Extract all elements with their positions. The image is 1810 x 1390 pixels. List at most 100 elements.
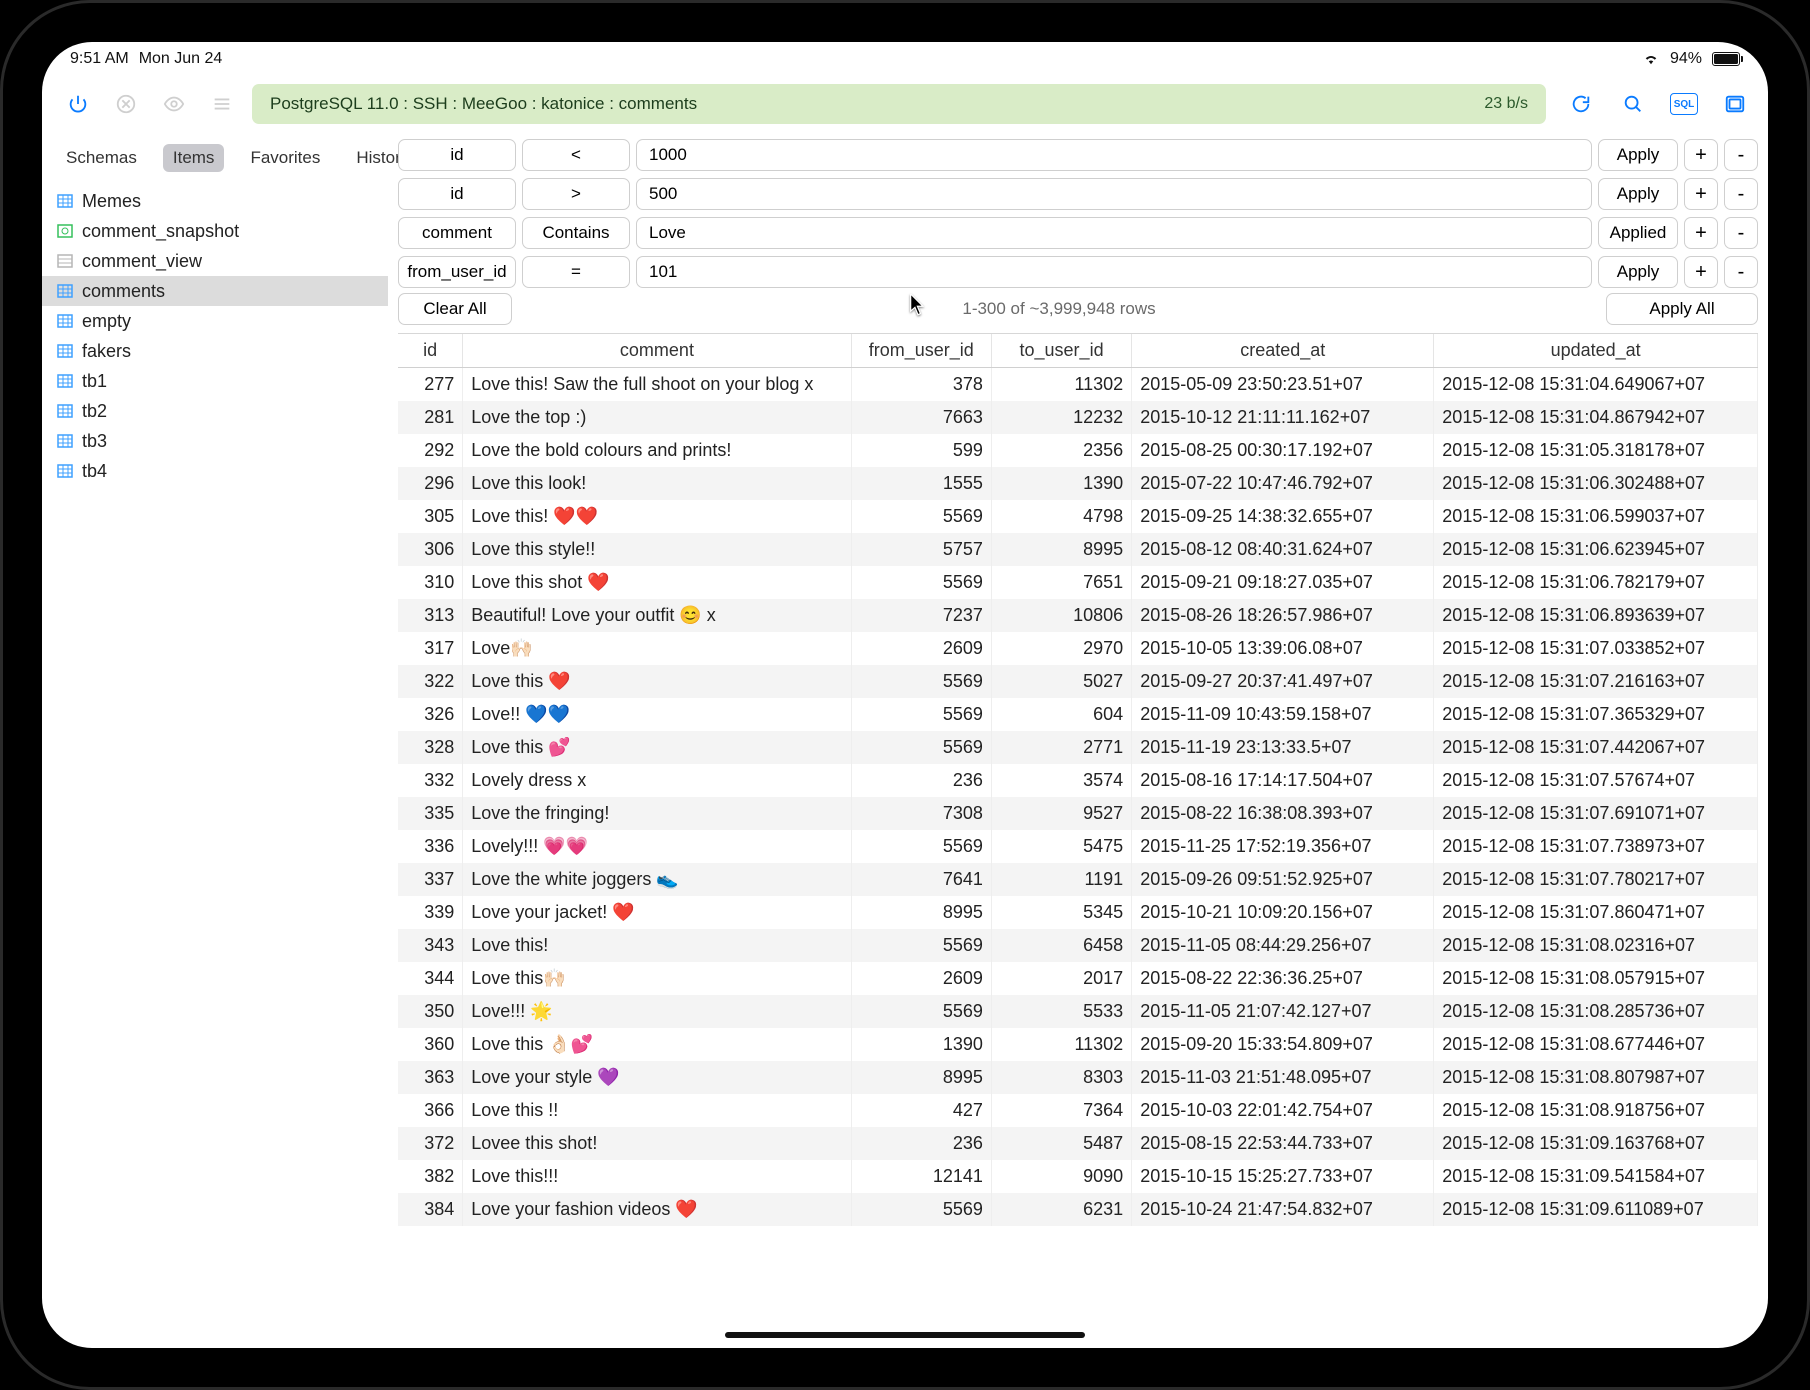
sidebar-item-Memes[interactable]: Memes (42, 186, 388, 216)
apply-all-button[interactable]: Apply All (1606, 293, 1758, 325)
cell-updated-at[interactable]: 2015-12-08 15:31:08.285736+07 (1434, 995, 1758, 1028)
cell-to-user-id[interactable]: 7364 (991, 1094, 1131, 1127)
cell-updated-at[interactable]: 2015-12-08 15:31:07.738973+07 (1434, 830, 1758, 863)
filter-column-select[interactable]: id (398, 178, 516, 210)
cell-created-at[interactable]: 2015-08-16 17:14:17.504+07 (1132, 764, 1434, 797)
sidebar-item-comment_view[interactable]: comment_view (42, 246, 388, 276)
filter-apply-button[interactable]: Apply (1598, 178, 1678, 210)
cell-created-at[interactable]: 2015-09-26 09:51:52.925+07 (1132, 863, 1434, 896)
cell-created-at[interactable]: 2015-08-15 22:53:44.733+07 (1132, 1127, 1434, 1160)
cell-created-at[interactable]: 2015-08-25 00:30:17.192+07 (1132, 434, 1434, 467)
cell-id[interactable]: 292 (398, 434, 463, 467)
cell-created-at[interactable]: 2015-11-05 21:07:42.127+07 (1132, 995, 1434, 1028)
cell-comment[interactable]: Love this🙌🏻 (463, 962, 851, 995)
cell-id[interactable]: 277 (398, 368, 463, 401)
cell-id[interactable]: 322 (398, 665, 463, 698)
table-row[interactable]: 339Love your jacket! ❤️899553452015-10-2… (398, 896, 1758, 929)
filter-add-button[interactable]: + (1684, 178, 1718, 210)
filter-remove-button[interactable]: - (1724, 139, 1758, 171)
table-row[interactable]: 372Lovee this shot!23654872015-08-15 22:… (398, 1127, 1758, 1160)
cell-id[interactable]: 317 (398, 632, 463, 665)
cell-to-user-id[interactable]: 2970 (991, 632, 1131, 665)
cell-id[interactable]: 296 (398, 467, 463, 500)
cell-from-user-id[interactable]: 7237 (851, 599, 991, 632)
cell-to-user-id[interactable]: 2017 (991, 962, 1131, 995)
table-row[interactable]: 363Love your style 💜899583032015-11-03 2… (398, 1061, 1758, 1094)
cell-updated-at[interactable]: 2015-12-08 15:31:07.860471+07 (1434, 896, 1758, 929)
cell-id[interactable]: 382 (398, 1160, 463, 1193)
cell-comment[interactable]: Love this! ❤️❤️ (463, 500, 851, 533)
cell-from-user-id[interactable]: 7308 (851, 797, 991, 830)
filter-operator-select[interactable]: Contains (522, 217, 630, 249)
cell-id[interactable]: 366 (398, 1094, 463, 1127)
cell-updated-at[interactable]: 2015-12-08 15:31:07.57674+07 (1434, 764, 1758, 797)
filter-apply-button[interactable]: Apply (1598, 139, 1678, 171)
tab-items[interactable]: Items (163, 144, 225, 172)
filter-value-input[interactable] (636, 256, 1592, 288)
cell-comment[interactable]: Love!! 💙💙 (463, 698, 851, 731)
table-wrap[interactable]: id comment from_user_id to_user_id creat… (398, 333, 1758, 1348)
cell-from-user-id[interactable]: 5569 (851, 1193, 991, 1226)
table-row[interactable]: 326Love!! 💙💙55696042015-11-09 10:43:59.1… (398, 698, 1758, 731)
table-row[interactable]: 332Lovely dress x23635742015-08-16 17:14… (398, 764, 1758, 797)
header-to-user-id[interactable]: to_user_id (991, 334, 1131, 368)
cell-updated-at[interactable]: 2015-12-08 15:31:08.677446+07 (1434, 1028, 1758, 1061)
table-row[interactable]: 317 Love🙌🏻260929702015-10-05 13:39:06.08… (398, 632, 1758, 665)
table-row[interactable]: 292Love the bold colours and prints!5992… (398, 434, 1758, 467)
cell-id[interactable]: 384 (398, 1193, 463, 1226)
table-row[interactable]: 366Love this !!42773642015-10-03 22:01:4… (398, 1094, 1758, 1127)
cell-id[interactable]: 332 (398, 764, 463, 797)
cell-updated-at[interactable]: 2015-12-08 15:31:05.318178+07 (1434, 434, 1758, 467)
cell-from-user-id[interactable]: 1390 (851, 1028, 991, 1061)
table-row[interactable]: 310Love this shot ❤️556976512015-09-21 0… (398, 566, 1758, 599)
sidebar-item-tb1[interactable]: tb1 (42, 366, 388, 396)
cell-to-user-id[interactable]: 9090 (991, 1160, 1131, 1193)
cell-to-user-id[interactable]: 6458 (991, 929, 1131, 962)
home-indicator[interactable] (725, 1332, 1085, 1338)
eye-icon[interactable] (156, 86, 192, 122)
table-row[interactable]: 337Love the white joggers 👟764111912015-… (398, 863, 1758, 896)
cell-to-user-id[interactable]: 2356 (991, 434, 1131, 467)
filter-value-input[interactable] (636, 178, 1592, 210)
table-row[interactable]: 360Love this 👌🏻💕1390113022015-09-20 15:3… (398, 1028, 1758, 1061)
cell-to-user-id[interactable]: 604 (991, 698, 1131, 731)
cell-to-user-id[interactable]: 7651 (991, 566, 1131, 599)
filter-value-input[interactable] (636, 139, 1592, 171)
cell-to-user-id[interactable]: 10806 (991, 599, 1131, 632)
cell-comment[interactable]: Love this 💕 (463, 731, 851, 764)
cell-created-at[interactable]: 2015-08-26 18:26:57.986+07 (1132, 599, 1434, 632)
cell-updated-at[interactable]: 2015-12-08 15:31:04.649067+07 (1434, 368, 1758, 401)
cell-updated-at[interactable]: 2015-12-08 15:31:07.216163+07 (1434, 665, 1758, 698)
cell-created-at[interactable]: 2015-09-21 09:18:27.035+07 (1132, 566, 1434, 599)
table-row[interactable]: 277Love this! Saw the full shoot on your… (398, 368, 1758, 401)
cell-comment[interactable]: Love this !! (463, 1094, 851, 1127)
cell-to-user-id[interactable]: 9527 (991, 797, 1131, 830)
cell-id[interactable]: 306 (398, 533, 463, 566)
cell-from-user-id[interactable]: 5569 (851, 830, 991, 863)
cell-created-at[interactable]: 2015-11-05 08:44:29.256+07 (1132, 929, 1434, 962)
cell-to-user-id[interactable]: 5487 (991, 1127, 1131, 1160)
cell-from-user-id[interactable]: 2609 (851, 962, 991, 995)
cell-created-at[interactable]: 2015-11-09 10:43:59.158+07 (1132, 698, 1434, 731)
cell-comment[interactable]: Lovely dress x (463, 764, 851, 797)
cell-id[interactable]: 339 (398, 896, 463, 929)
sidebar-item-tb3[interactable]: tb3 (42, 426, 388, 456)
sidebar-item-comment_snapshot[interactable]: comment_snapshot (42, 216, 388, 246)
header-id[interactable]: id (398, 334, 463, 368)
table-row[interactable]: 313Beautiful! Love your outfit 😊 x723710… (398, 599, 1758, 632)
cell-created-at[interactable]: 2015-09-20 15:33:54.809+07 (1132, 1028, 1434, 1061)
filter-remove-button[interactable]: - (1724, 178, 1758, 210)
panels-icon[interactable] (1720, 89, 1750, 119)
cell-id[interactable]: 313 (398, 599, 463, 632)
cell-comment[interactable]: Love the fringing! (463, 797, 851, 830)
cell-from-user-id[interactable]: 5569 (851, 929, 991, 962)
sidebar-item-tb4[interactable]: tb4 (42, 456, 388, 486)
cell-updated-at[interactable]: 2015-12-08 15:31:06.893639+07 (1434, 599, 1758, 632)
filter-remove-button[interactable]: - (1724, 256, 1758, 288)
search-icon[interactable] (1618, 89, 1648, 119)
cell-from-user-id[interactable]: 7663 (851, 401, 991, 434)
sidebar-item-tb2[interactable]: tb2 (42, 396, 388, 426)
header-created-at[interactable]: created_at (1132, 334, 1434, 368)
cell-created-at[interactable]: 2015-05-09 23:50:23.51+07 (1132, 368, 1434, 401)
cell-to-user-id[interactable]: 5345 (991, 896, 1131, 929)
